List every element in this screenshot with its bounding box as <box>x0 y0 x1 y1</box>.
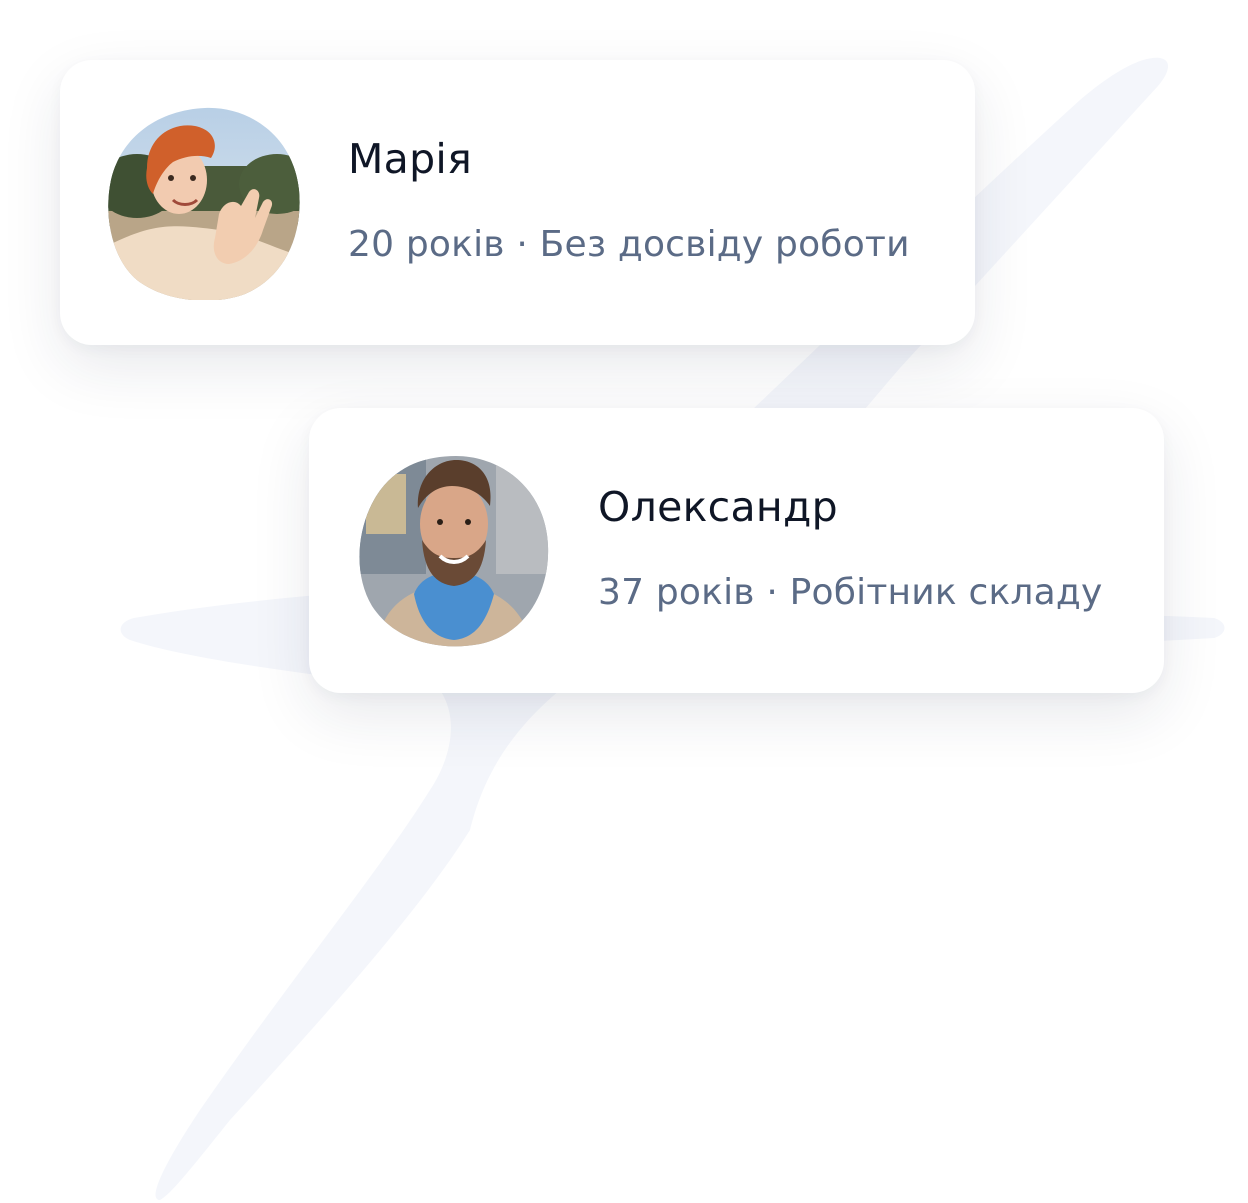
profile-details: 20 років · Без досвіду роботи <box>348 224 910 265</box>
profile-details: 37 років · Робітник складу <box>598 572 1103 613</box>
profile-card-maria[interactable]: Марія 20 років · Без досвіду роботи <box>60 60 975 345</box>
profile-card-oleksandr[interactable]: Олександр 37 років · Робітник складу <box>309 408 1164 693</box>
avatar <box>108 107 300 300</box>
profile-name: Марія <box>348 135 473 183</box>
avatar <box>359 456 549 647</box>
profile-name: Олександр <box>598 483 839 531</box>
